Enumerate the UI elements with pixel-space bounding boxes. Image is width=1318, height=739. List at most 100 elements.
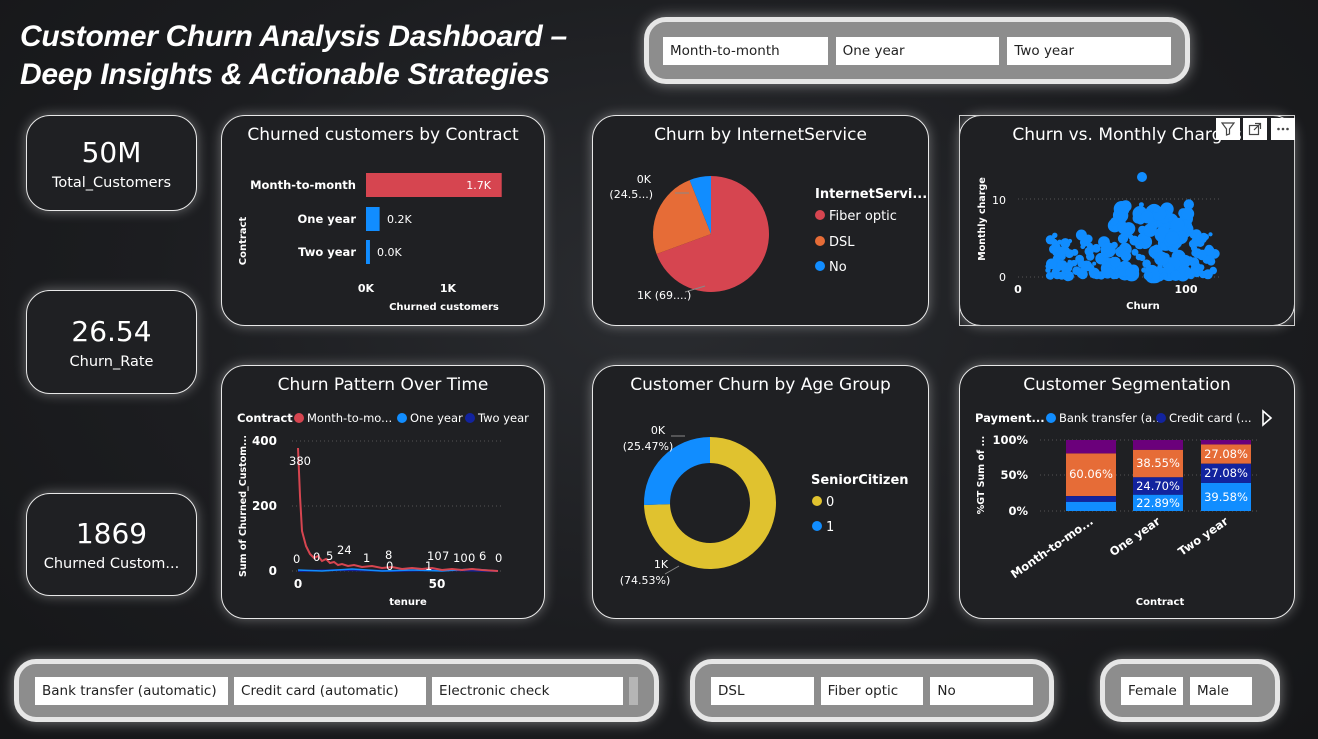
kpi-label: Churn_Rate xyxy=(69,353,154,370)
scatter-point xyxy=(1110,217,1119,226)
gender-slicer: Female Male xyxy=(1100,659,1280,722)
internet-service-slicer: DSL Fiber optic No xyxy=(690,659,1054,722)
x-category-label: Month-to-mo... xyxy=(1008,514,1096,581)
scatter-point xyxy=(1064,249,1074,259)
slicer-scrollbar[interactable] xyxy=(629,676,638,705)
legend-item: Fiber optic xyxy=(829,209,897,224)
donut-label: (25.47%) xyxy=(623,440,674,453)
x-axis-title: Contract xyxy=(1136,597,1185,608)
slicer-item-no[interactable]: No xyxy=(930,676,1034,705)
kpi-value: 26.54 xyxy=(71,314,152,348)
legend-item: Two year xyxy=(477,411,529,425)
legend-swatch xyxy=(812,496,822,506)
scatter-point xyxy=(1052,232,1058,238)
scatter-point xyxy=(1119,200,1132,213)
scatter-point xyxy=(1143,271,1153,281)
scatter-point xyxy=(1165,231,1180,245)
scatter-point xyxy=(1170,270,1181,281)
scatter-point xyxy=(1110,272,1117,280)
contract-bar-chart: Contract Month-to-month One year Two yea… xyxy=(238,173,502,313)
scatter-point xyxy=(1208,232,1213,237)
scatter-point xyxy=(1057,271,1066,280)
x-category-label: Two year xyxy=(1175,514,1231,559)
stack-segment[interactable] xyxy=(1133,440,1183,450)
y-axis-title: Monthly charge xyxy=(977,177,988,261)
pie-label: 1K (69....) xyxy=(637,289,691,302)
payment-slicer: Bank transfer (automatic) Credit card (a… xyxy=(14,659,659,722)
scatter-point-outlier xyxy=(1137,172,1147,182)
bar-1[interactable] xyxy=(366,207,380,231)
segmentation-card[interactable]: Customer Segmentation Payment... Bank tr… xyxy=(959,365,1295,619)
line-data-label: 380 xyxy=(289,454,311,468)
scatter-card[interactable]: Churn vs. Monthly Charges Monthly charge… xyxy=(959,115,1295,326)
slicer-item-two-year[interactable]: Two year xyxy=(1007,36,1172,65)
scatter-point xyxy=(1125,267,1136,278)
line-data-label: 1 xyxy=(425,559,432,573)
y-axis-title: Sum of Churned_Custom... xyxy=(238,435,249,577)
bar-2[interactable] xyxy=(366,240,370,264)
line-data-label: 0 xyxy=(293,552,300,566)
slicer-item-female[interactable]: Female xyxy=(1121,676,1183,705)
slicer-item-one-year[interactable]: One year xyxy=(835,36,1000,65)
kpi-total-customers: 50M Total_Customers xyxy=(26,115,197,211)
contract-bar-card[interactable]: Churned customers by Contract Contract M… xyxy=(221,115,545,326)
scatter-point xyxy=(1119,236,1127,244)
scatter-point xyxy=(1188,239,1198,249)
line-data-label: 0 xyxy=(313,550,320,564)
line-chart: Contract Month-to-mo... One year Two yea… xyxy=(237,411,529,608)
scatter-point xyxy=(1050,238,1058,246)
scatter-point xyxy=(1154,251,1169,266)
scatter-point xyxy=(1159,273,1164,279)
pie-label: 0K xyxy=(637,173,652,186)
scatter-point xyxy=(1079,237,1089,247)
kpi-churn-rate: 26.54 Churn_Rate xyxy=(26,290,197,394)
scatter-point xyxy=(1200,237,1207,243)
segment-label: 60.06% xyxy=(1069,467,1113,481)
line-data-label: 10 xyxy=(453,551,468,565)
scatter-point xyxy=(1081,260,1093,272)
slicer-item-bank-transfer[interactable]: Bank transfer (automatic) xyxy=(35,676,229,705)
stack-segment[interactable] xyxy=(1066,501,1116,511)
slicer-item-male[interactable]: Male xyxy=(1190,676,1252,705)
legend-next-arrow-icon[interactable] xyxy=(1262,409,1273,427)
pie-label: (24.5...) xyxy=(609,188,653,201)
scatter-point xyxy=(1140,210,1154,224)
legend-swatch xyxy=(465,413,475,423)
kpi-label: Total_Customers xyxy=(51,174,172,191)
scatter-point xyxy=(1187,256,1193,262)
scatter-point xyxy=(1202,269,1213,280)
kpi-churned-customers: 1869 Churned Custom... xyxy=(26,493,197,596)
category-label-one-year: One year xyxy=(298,212,357,226)
age-donut-card[interactable]: Customer Churn by Age Group 0K (25.47%) … xyxy=(592,365,929,619)
scatter-point xyxy=(1045,272,1054,280)
slicer-item-month-to-month[interactable]: Month-to-month xyxy=(663,36,828,65)
legend-swatch xyxy=(815,261,825,271)
scatter-point xyxy=(1120,250,1132,262)
scatter-point xyxy=(1198,265,1203,270)
slicer-item-dsl[interactable]: DSL xyxy=(711,676,814,705)
age-donut-chart: 0K (25.47%) 1K (74.53%) SeniorCitizen 0 … xyxy=(620,424,909,587)
legend-swatch xyxy=(815,236,825,246)
legend-swatch xyxy=(397,413,407,423)
internet-pie-card[interactable]: Churn by InternetService 0K (24.5...) 1K… xyxy=(592,115,929,326)
x-tick: 100 xyxy=(1175,283,1198,296)
slicer-item-credit-card[interactable]: Credit card (automatic) xyxy=(234,676,427,705)
slicer-item-fiber-optic[interactable]: Fiber optic xyxy=(820,676,924,705)
scatter-point xyxy=(1092,271,1101,280)
segment-label: 22.89% xyxy=(1136,496,1180,510)
segment-label: 39.58% xyxy=(1204,490,1248,504)
stack-segment[interactable] xyxy=(1066,440,1116,454)
stack-segment[interactable] xyxy=(1066,496,1116,502)
line-data-label: 0 xyxy=(386,559,393,573)
legend-item: Bank transfer (a... xyxy=(1059,411,1163,425)
bar-value-label: 1.7K xyxy=(466,179,491,192)
segment-label: 27.08% xyxy=(1204,466,1248,480)
y-tick: 50% xyxy=(1000,468,1028,482)
stack-segment[interactable] xyxy=(1201,440,1251,445)
y-tick: 200 xyxy=(252,499,277,513)
legend-item: Credit card (... xyxy=(1169,411,1252,425)
x-tick: 0 xyxy=(1014,283,1022,296)
line-chart-card[interactable]: Churn Pattern Over Time Contract Month-t… xyxy=(221,365,545,619)
slicer-item-electronic-check[interactable]: Electronic check xyxy=(432,676,624,705)
x-tick: 0 xyxy=(294,577,302,591)
